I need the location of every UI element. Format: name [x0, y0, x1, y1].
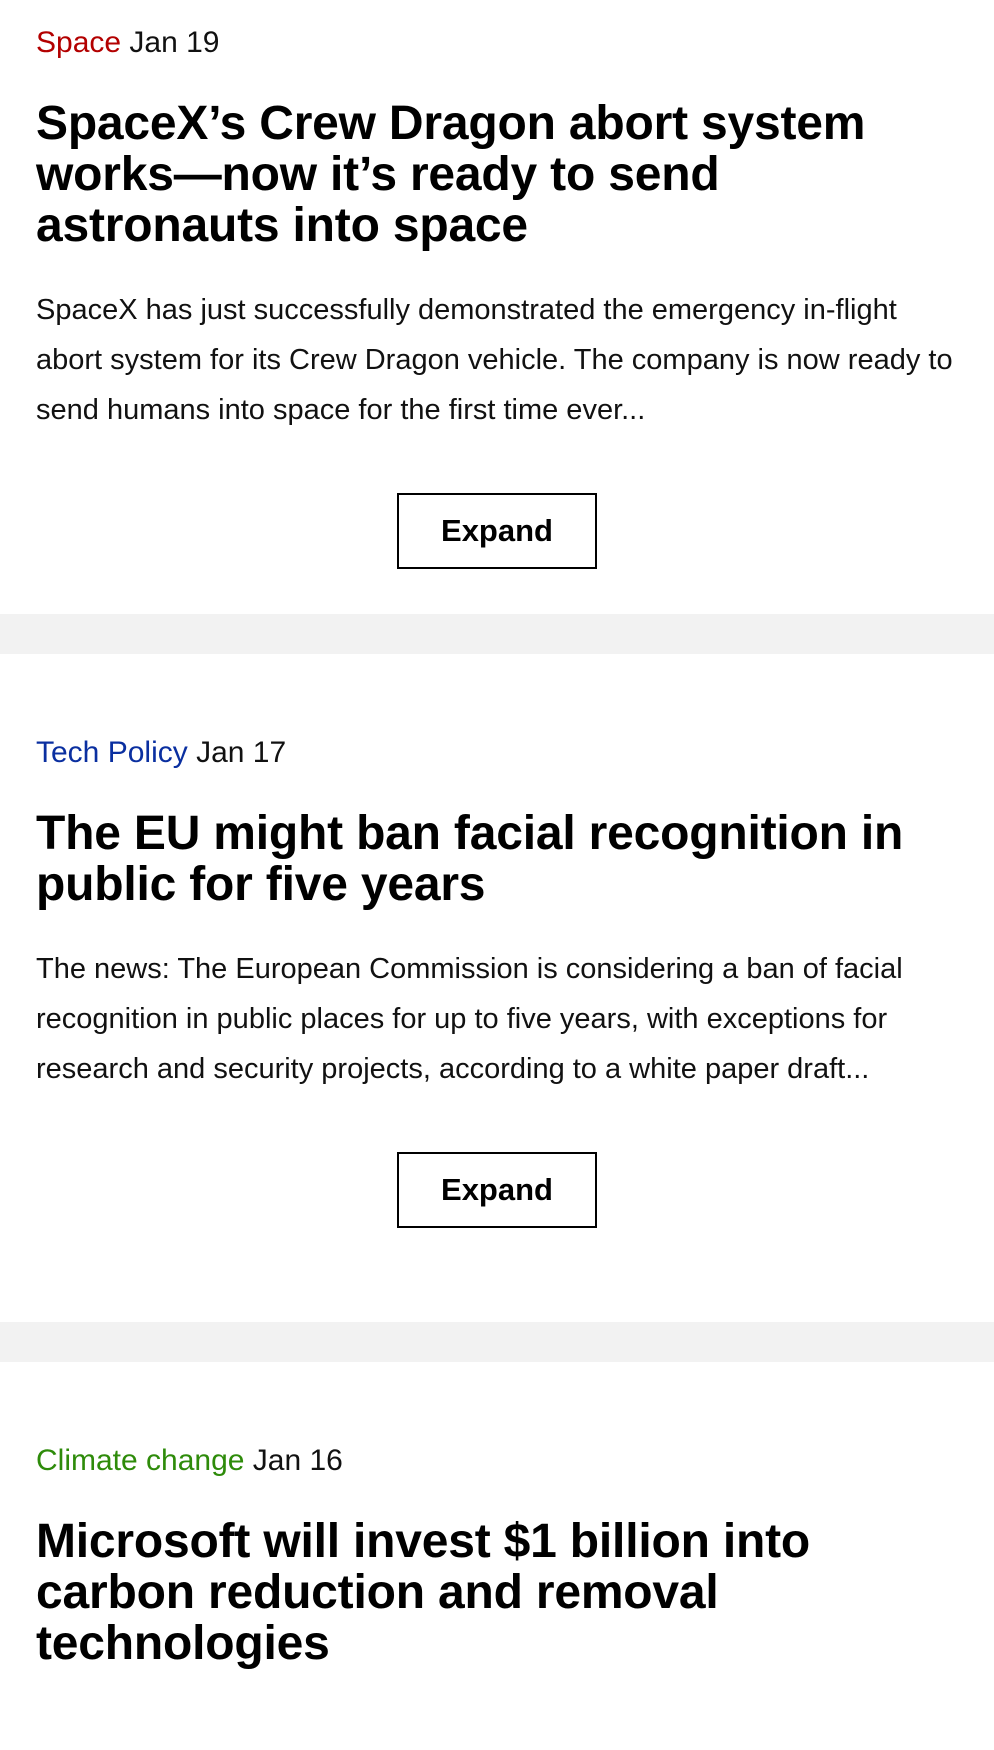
article-meta: Space Jan 19 [36, 24, 958, 62]
article-meta: Climate change Jan 16 [36, 1442, 958, 1480]
expand-container: Expand [36, 493, 958, 569]
expand-button[interactable]: Expand [397, 1152, 597, 1228]
article-headline[interactable]: The EU might ban facial recognition in p… [36, 808, 958, 910]
article-summary: SpaceX has just successfully demonstrate… [36, 294, 953, 426]
expand-container: Expand [36, 1152, 958, 1228]
article-summary: The news: The European Commission is con… [36, 953, 903, 1085]
card-divider [0, 614, 994, 654]
expand-button[interactable]: Expand [397, 493, 597, 569]
article-date: Jan 17 [196, 736, 287, 769]
category-link[interactable]: Tech Policy [36, 736, 188, 769]
article-date: Jan 16 [252, 1444, 343, 1477]
category-link[interactable]: Space [36, 26, 121, 59]
article-feed: Space Jan 19 SpaceX’s Crew Dragon abort … [0, 0, 994, 1750]
article-card: Space Jan 19 SpaceX’s Crew Dragon abort … [0, 0, 994, 614]
article-card: Tech Policy Jan 17 The EU might ban faci… [0, 654, 994, 1322]
article-date: Jan 19 [129, 26, 220, 59]
article-headline[interactable]: Microsoft will invest $1 billion into ca… [36, 1516, 958, 1669]
card-divider [0, 1322, 994, 1362]
category-link[interactable]: Climate change [36, 1444, 244, 1477]
article-card: Climate change Jan 16 Microsoft will inv… [0, 1362, 994, 1750]
article-headline[interactable]: SpaceX’s Crew Dragon abort system works—… [36, 98, 958, 251]
article-meta: Tech Policy Jan 17 [36, 734, 958, 772]
